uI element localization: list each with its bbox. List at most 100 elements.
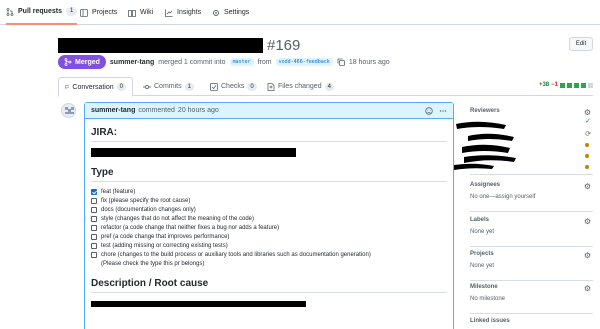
merge-icon [64,58,72,66]
comment-author[interactable]: summer-tang [91,107,135,114]
task-item: test (adding missing or correcting exist… [91,241,447,250]
comment-icon [65,85,70,90]
kebab-menu-icon[interactable] [439,107,447,115]
tab-settings[interactable]: Settings [212,0,249,25]
task-item: refactor (a code change that neither fix… [91,223,447,232]
task-item: feat (feature) [91,187,447,196]
reviewers-gear-icon[interactable]: ⚙ [584,108,591,117]
labels-title: Labels [470,217,490,223]
checkbox[interactable] [91,242,97,249]
tab-label: Projects [92,9,118,16]
merged-label: Merged [75,58,100,66]
projects-title: Projects [470,251,494,257]
pr-number: #169 [267,36,301,54]
tab-projects[interactable]: Projects [80,0,117,25]
task-item: fix (please specify the root cause) [91,196,447,205]
tab-label: Pull requests [18,8,62,15]
diffstat-block [567,82,572,88]
gear-icon [213,9,219,16]
book-icon [128,9,136,17]
diffstat-block [574,82,579,88]
milestone-section: Milestone ⚙ No milestone [470,284,593,314]
assignees-gear-icon[interactable]: ⚙ [584,182,591,191]
deletions-count: −1 [551,82,558,88]
projects-gear-icon[interactable]: ⚙ [584,251,591,260]
checkbox[interactable] [91,251,97,258]
projects-value: None yet [470,263,495,269]
pr-meta: Merged summer-tang merged 1 commit into … [58,55,390,69]
redacted-jira-link[interactable] [91,148,296,157]
additions-count: +38 [538,82,550,88]
task-item: docs (documentation changes only) [91,205,447,214]
task-item: ⋮⋮ style (changes that do not affect the … [83,214,447,223]
task-label: feat (feature) [101,188,136,195]
assignees-value[interactable]: No one—assign yourself [470,194,593,200]
checkbox[interactable] [91,224,97,231]
task-label: style (changes that do not affect the me… [101,215,254,222]
tab-label: Insights [177,9,202,16]
base-branch[interactable]: master [229,58,254,66]
re-request-icon[interactable]: ⟳ [585,130,591,138]
type-heading: Type [91,167,447,182]
approved-check-icon: ✓ [585,118,591,125]
tab-wiki[interactable]: Wiki [128,0,153,25]
from-text: from [257,58,272,66]
tab-pull-requests[interactable]: Pull requests 1 [6,0,78,25]
task-note: (Please check the type this pr belongs) [101,260,205,267]
task-item: pref (a code change that improves perfor… [91,232,447,241]
graph-icon [165,9,173,17]
merged-status-badge: Merged [58,55,106,69]
tab-insights[interactable]: Insights [165,0,201,25]
author-link[interactable]: summer-tang [110,59,154,66]
redacted-reviewers [454,121,516,170]
head-branch[interactable]: vodd-466-feedback [275,58,333,66]
pr-tabs: Conversation 0 Commits 1 Checks 0 Files … [58,77,593,97]
commit-icon [143,84,151,89]
pending-dot-icon [585,154,589,158]
task-label: chore (changes to the build process or a… [101,251,371,258]
task-item: chore (changes to the build process or a… [91,250,447,259]
comment-time[interactable]: 20 hours ago [178,107,219,114]
task-label: refactor (a code change that neither fix… [101,224,280,231]
milestone-gear-icon[interactable]: ⚙ [584,284,591,293]
tab-count: 4 [324,82,334,91]
avatar[interactable] [61,103,76,118]
merge-time: 18 hours ago [348,58,390,66]
identicon-icon [65,107,74,114]
checkbox[interactable] [91,233,97,240]
merge-text: merged 1 commit into [158,58,226,66]
checkbox[interactable] [91,215,97,222]
tab-commits[interactable]: Commits 1 [137,77,200,96]
task-note-row: (Please check the type this pr belongs) [91,259,447,268]
task-label: test (adding missing or correcting exist… [101,242,228,249]
smiley-icon[interactable] [425,106,433,115]
comment-body: JIRA: Type feat (feature) fix (please sp… [83,119,453,314]
labels-gear-icon[interactable]: ⚙ [584,217,591,226]
tab-count: 0 [116,83,126,91]
checkbox[interactable] [91,206,97,213]
comment-action: commented [138,107,175,114]
tab-conversation[interactable]: Conversation 0 [58,77,133,97]
pending-dot-icon [585,143,589,147]
pending-dot-icon [585,165,589,169]
labels-value: None yet [470,229,495,235]
checklist-icon [210,82,218,91]
tab-files-changed[interactable]: Files changed 4 [261,77,340,96]
file-diff-icon [267,82,275,91]
checkbox[interactable] [91,197,97,204]
checkbox-checked[interactable] [91,188,97,195]
edit-button[interactable]: Edit [569,37,593,51]
redacted-title [58,37,263,53]
copy-icon[interactable] [337,58,345,66]
task-label: pref (a code change that improves perfor… [101,233,230,240]
diffstat: +38 −1 [539,82,593,88]
description-heading: Description / Root cause [91,278,447,293]
description-row [91,301,447,308]
tab-label: Conversation [72,83,114,91]
diffstat-block [588,82,593,88]
tab-checks[interactable]: Checks 0 [204,77,263,96]
pr-title: #169 [58,36,301,54]
task-label: docs (documentation changes only) [101,206,196,213]
task-list: feat (feature) fix (please specify the r… [83,187,447,268]
assignees-title: Assignees [470,182,501,188]
